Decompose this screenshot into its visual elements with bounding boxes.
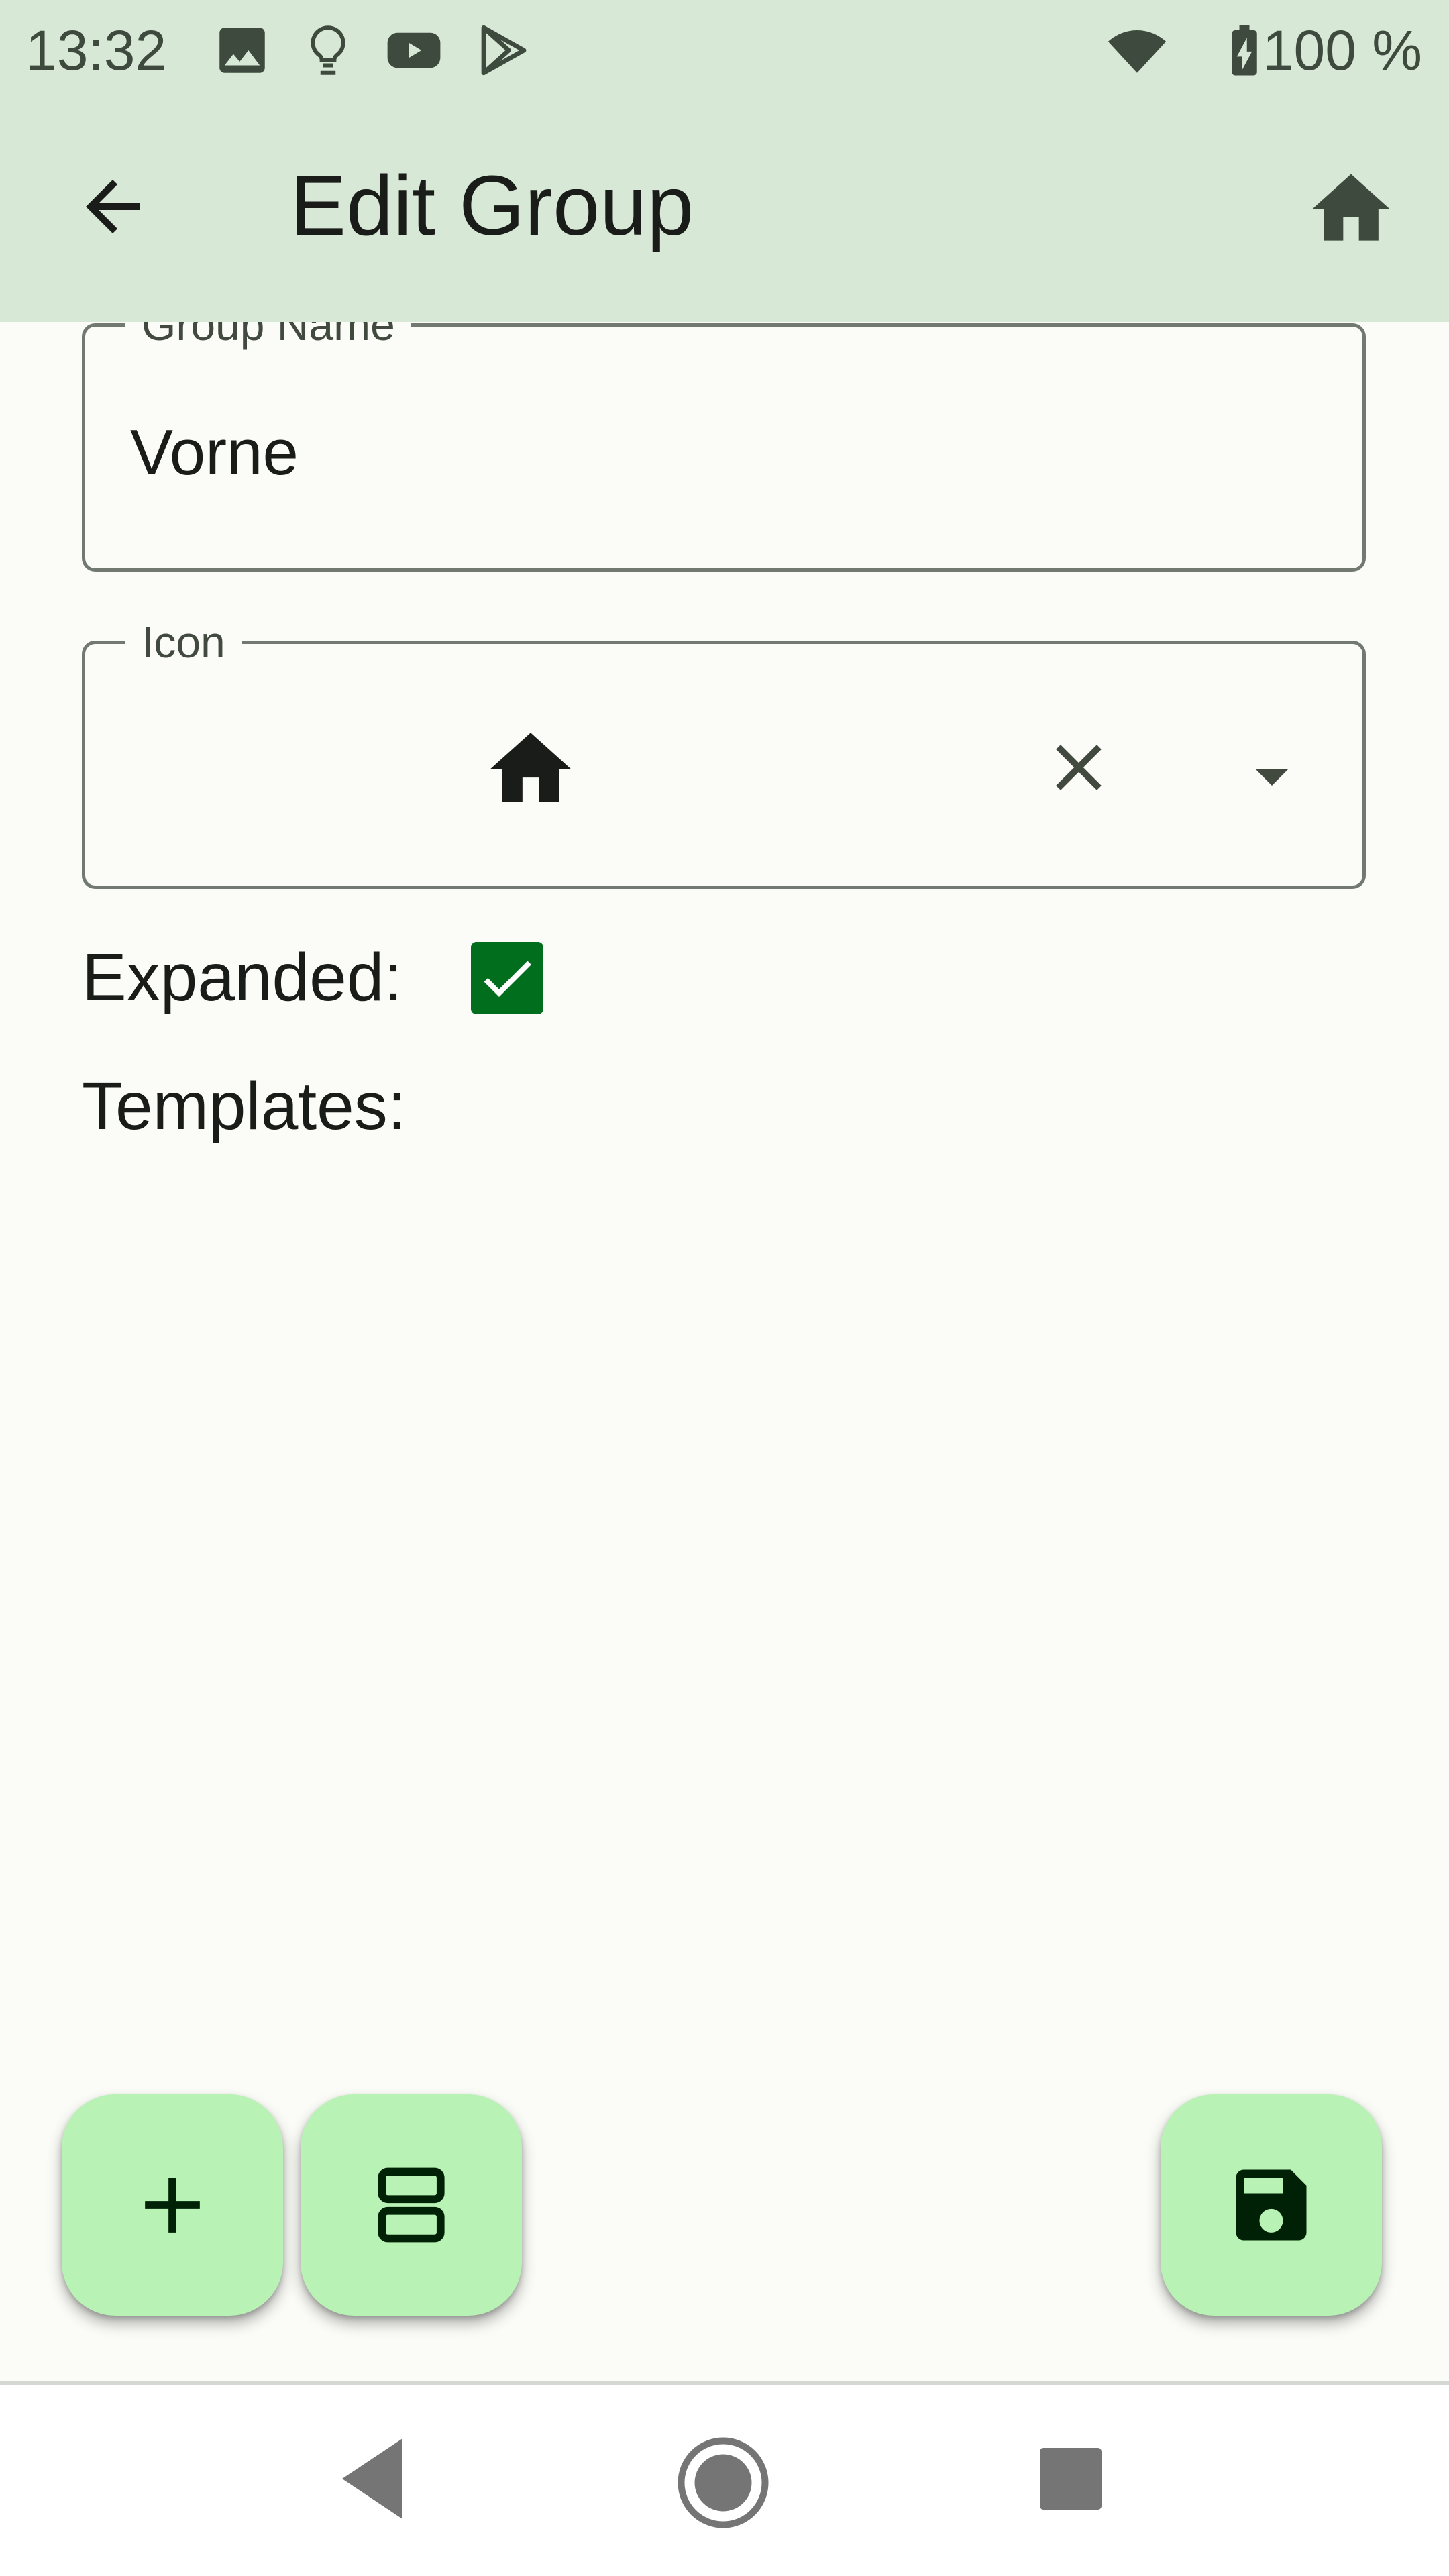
arrow-back-icon[interactable] bbox=[72, 166, 153, 247]
system-nav-bar bbox=[0, 2385, 1449, 2576]
status-time: 13:32 bbox=[25, 19, 167, 82]
app-bar-overlay bbox=[0, 101, 1449, 322]
icon-field-label: Icon bbox=[125, 612, 241, 672]
view-agenda-icon bbox=[378, 2167, 445, 2243]
page-title-text: Edit Group bbox=[290, 158, 694, 253]
check-icon bbox=[484, 961, 531, 997]
save-icon bbox=[1236, 2169, 1307, 2241]
templates-label: Templates: bbox=[82, 1069, 407, 1144]
play-store-icon bbox=[481, 25, 527, 76]
save-button[interactable] bbox=[1161, 2094, 1382, 2316]
dropdown-arrow-icon[interactable] bbox=[1232, 735, 1312, 816]
close-icon[interactable] bbox=[1040, 729, 1118, 806]
home-icon bbox=[490, 733, 572, 802]
expanded-label: Expanded: bbox=[82, 940, 403, 1015]
lightbulb-icon bbox=[311, 25, 345, 75]
expanded-checkbox[interactable] bbox=[471, 942, 543, 1014]
youtube-icon bbox=[387, 32, 441, 68]
battery-percentage: 100 % bbox=[1262, 19, 1422, 82]
add-button[interactable] bbox=[62, 2094, 283, 2316]
nav-recents-icon[interactable] bbox=[1040, 2448, 1102, 2510]
image-icon bbox=[219, 28, 265, 73]
nav-home-icon[interactable] bbox=[676, 2436, 770, 2530]
group-name-value[interactable]: Vorne bbox=[130, 416, 299, 490]
nav-back-icon[interactable] bbox=[342, 2438, 409, 2519]
layout-button[interactable] bbox=[301, 2094, 522, 2316]
wifi-icon bbox=[1108, 30, 1167, 73]
add-icon bbox=[145, 2178, 200, 2233]
home-icon[interactable] bbox=[1304, 162, 1398, 256]
status-bar: 13:32 100 % bbox=[0, 0, 1449, 101]
icon-select-field[interactable]: Icon bbox=[82, 612, 1366, 889]
